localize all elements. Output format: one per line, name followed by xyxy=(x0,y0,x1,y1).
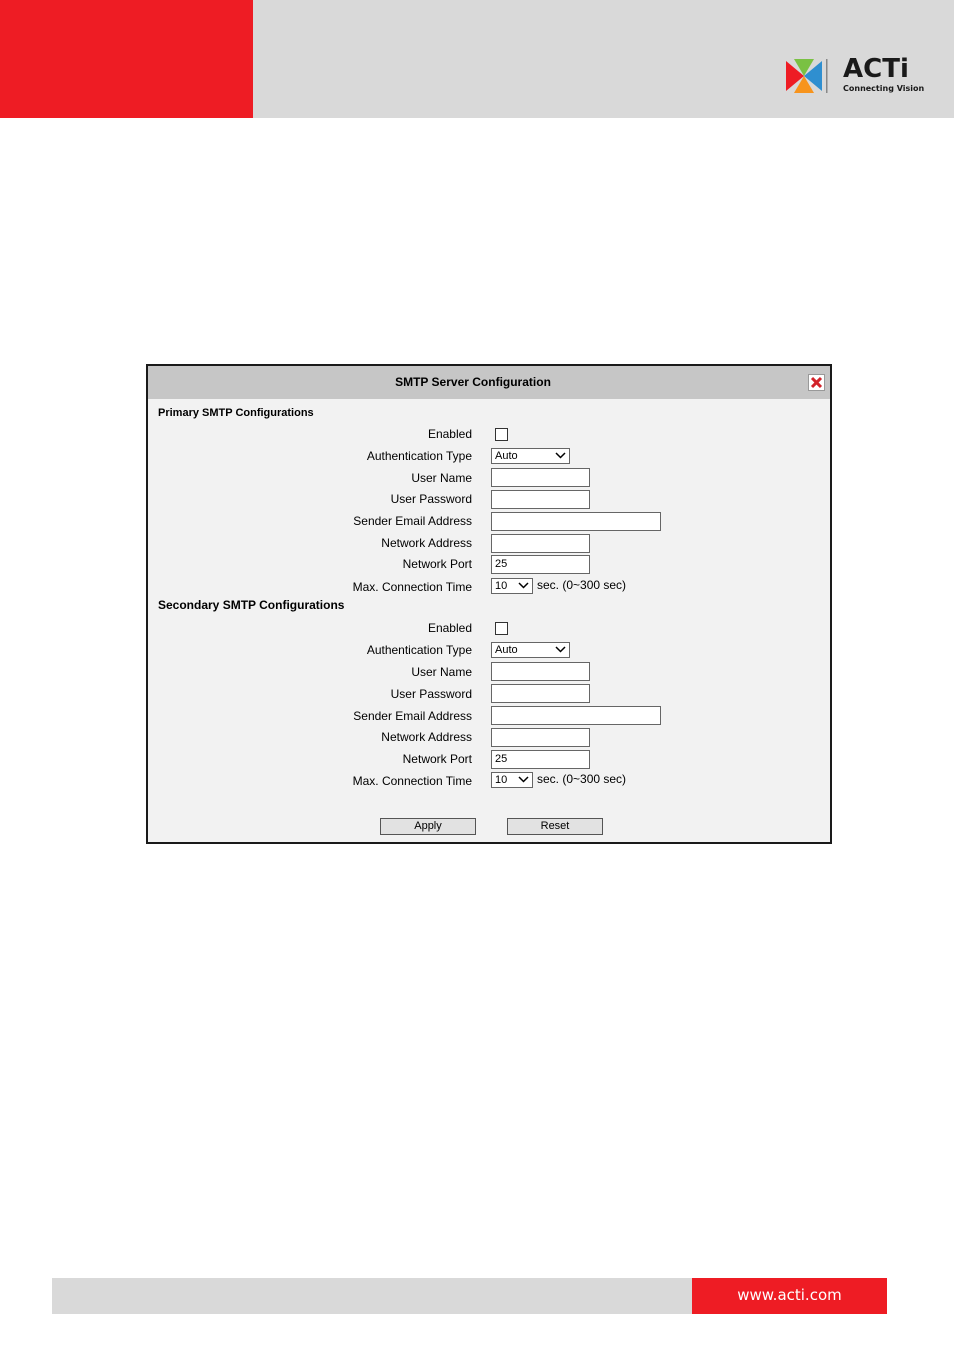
primary-auth-value: Auto xyxy=(495,450,518,462)
secondary-password-label: User Password xyxy=(390,687,472,701)
apply-button[interactable]: Apply xyxy=(380,818,476,835)
secondary-port-label: Network Port xyxy=(402,752,472,766)
secondary-time-label: Max. Connection Time xyxy=(352,774,472,788)
primary-port-label: Network Port xyxy=(402,557,472,571)
logo-wordmark: ACTi xyxy=(843,54,909,84)
logo-mark-icon xyxy=(786,59,828,93)
primary-sender-input[interactable] xyxy=(491,512,661,531)
close-icon[interactable] xyxy=(808,374,825,391)
secondary-time-unit: sec. (0~300 sec) xyxy=(537,772,627,786)
footer-band xyxy=(52,1278,692,1314)
primary-time-unit: sec. (0~300 sec) xyxy=(537,578,627,592)
footer-url-block: www.acti.com xyxy=(692,1278,887,1314)
primary-password-label: User Password xyxy=(390,492,472,506)
primary-sender-label: Sender Email Address xyxy=(353,514,472,528)
primary-time-label: Max. Connection Time xyxy=(352,580,472,594)
secondary-enabled-checkbox[interactable] xyxy=(495,622,508,635)
primary-address-label: Network Address xyxy=(381,536,472,550)
logo-tagline: Connecting Vision xyxy=(843,84,925,93)
chevron-down-icon xyxy=(518,582,529,589)
smtp-dialog: SMTP Server Configuration Primary SMTP C… xyxy=(146,364,832,844)
secondary-enabled-label: Enabled xyxy=(427,621,472,635)
dialog-title: SMTP Server Configuration xyxy=(395,375,551,389)
reset-button[interactable]: Reset xyxy=(507,818,603,835)
primary-user-input[interactable] xyxy=(491,468,590,487)
chevron-down-icon xyxy=(555,452,566,459)
primary-address-input[interactable] xyxy=(491,534,590,553)
primary-port-input[interactable]: 25 xyxy=(491,555,590,574)
primary-auth-label: Authentication Type xyxy=(366,449,472,463)
secondary-auth-value: Auto xyxy=(495,644,518,656)
chevron-down-icon xyxy=(555,646,566,653)
acti-logo: ACTi Connecting Vision xyxy=(784,54,925,97)
secondary-heading: Secondary SMTP Configurations xyxy=(158,598,345,612)
primary-password-input[interactable] xyxy=(491,490,590,509)
secondary-user-label: User Name xyxy=(411,665,472,679)
primary-time-value: 10 xyxy=(495,580,508,592)
primary-enabled-checkbox[interactable] xyxy=(495,428,508,441)
secondary-time-value: 10 xyxy=(495,774,508,786)
secondary-sender-label: Sender Email Address xyxy=(353,709,472,723)
secondary-address-label: Network Address xyxy=(381,730,472,744)
secondary-time-select[interactable]: 10 xyxy=(491,772,533,788)
secondary-address-input[interactable] xyxy=(491,728,590,747)
secondary-auth-label: Authentication Type xyxy=(366,643,472,657)
primary-user-label: User Name xyxy=(411,471,472,485)
secondary-user-input[interactable] xyxy=(491,662,590,681)
primary-time-select[interactable]: 10 xyxy=(491,578,533,594)
primary-heading: Primary SMTP Configurations xyxy=(158,407,314,419)
secondary-password-input[interactable] xyxy=(491,684,590,703)
header-red-block xyxy=(0,0,253,118)
secondary-auth-select[interactable]: Auto xyxy=(491,642,570,658)
primary-enabled-label: Enabled xyxy=(427,427,472,441)
secondary-port-input[interactable]: 25 xyxy=(491,750,590,769)
secondary-sender-input[interactable] xyxy=(491,706,661,725)
dialog-titlebar: SMTP Server Configuration xyxy=(148,366,830,399)
chevron-down-icon xyxy=(518,776,529,783)
primary-auth-select[interactable]: Auto xyxy=(491,448,570,464)
footer-url[interactable]: www.acti.com xyxy=(692,1286,887,1304)
